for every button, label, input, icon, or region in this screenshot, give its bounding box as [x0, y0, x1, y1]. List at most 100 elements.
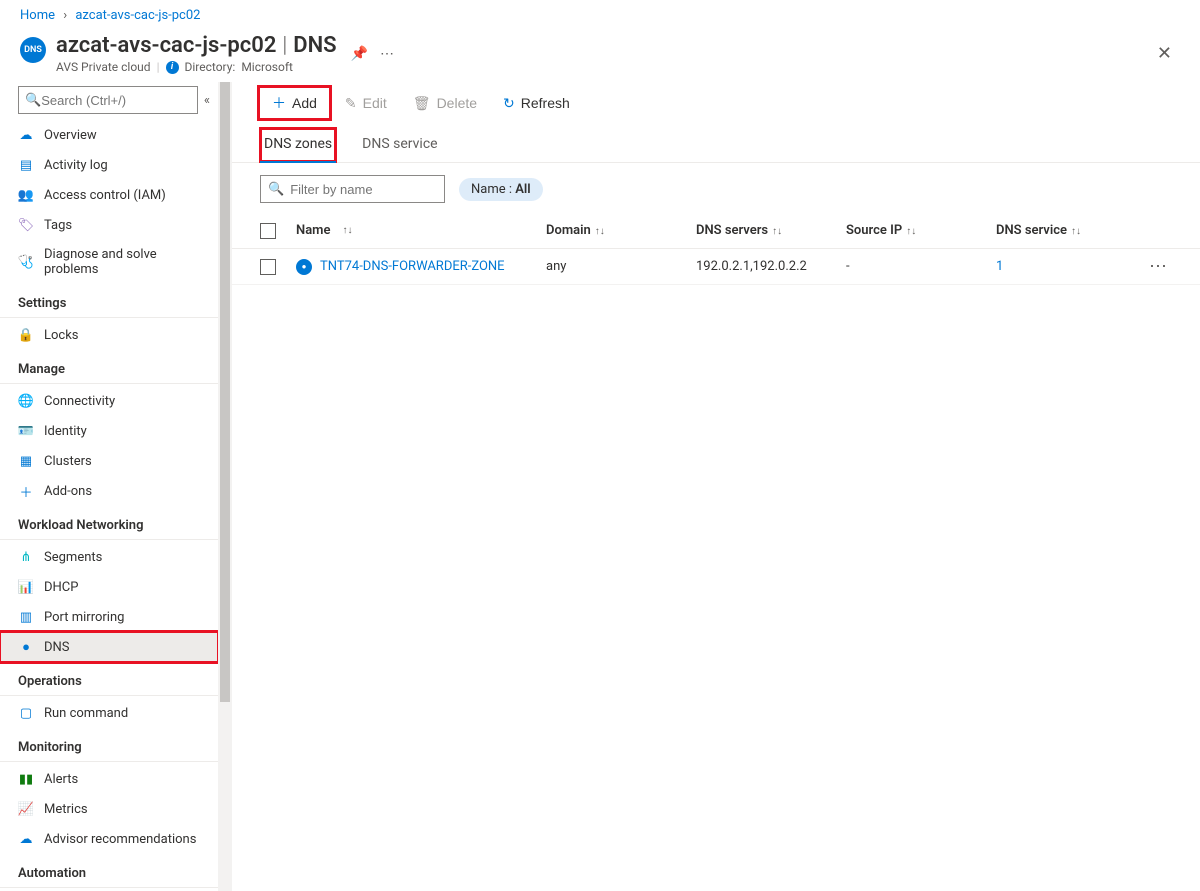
column-header-dns-servers[interactable]: DNS servers ↑↓ [696, 223, 846, 238]
sidebar-item-label: Activity log [44, 158, 108, 173]
scrollbar-thumb[interactable] [220, 82, 230, 702]
sidebar-item-overview[interactable]: ☁ Overview [0, 120, 218, 150]
sidebar-item-label: Access control (IAM) [44, 188, 166, 203]
sidebar-item-tags[interactable]: 🏷 Tags [0, 210, 218, 240]
table-header-row: Name↑↓ Domain↑↓ DNS servers ↑↓ Source IP ↑… [232, 213, 1200, 249]
sort-icon: ↑↓ [906, 226, 916, 237]
sort-icon: ↑↓ [772, 226, 782, 237]
sidebar-item-label: Identity [44, 424, 87, 439]
row-dns-service-link[interactable]: 1 [996, 259, 1003, 274]
people-icon: 👥 [18, 187, 34, 203]
sidebar-scrollbar[interactable] [218, 82, 232, 891]
sidebar-item-label: Locks [44, 328, 79, 343]
header-label: DNS servers [696, 223, 768, 238]
sort-icon: ↑↓ [342, 225, 352, 236]
directory-label: Directory: [185, 60, 236, 74]
pin-icon[interactable]: 📌 [351, 46, 368, 62]
sidebar-item-segments[interactable]: ⋔ Segments [0, 542, 218, 572]
sort-icon: ↑↓ [595, 226, 605, 237]
sidebar-item-dhcp[interactable]: 📊 DHCP [0, 572, 218, 602]
refresh-button[interactable]: ↻ Refresh [493, 90, 580, 117]
row-source-ip: - [846, 259, 996, 274]
sidebar-item-label: Diagnose and solve problems [44, 247, 200, 277]
row-name-link[interactable]: TNT74-DNS-FORWARDER-ZONE [320, 259, 505, 274]
sidebar-item-diagnose[interactable]: 🩺 Diagnose and solve problems [0, 240, 218, 284]
alerts-icon: ▮▮ [18, 771, 34, 787]
plus-icon: ＋ [18, 483, 34, 499]
button-label: Add [292, 95, 317, 111]
sidebar-item-run-command[interactable]: ▢ Run command [0, 698, 218, 728]
sidebar-item-dns[interactable]: ● DNS [0, 632, 218, 662]
sidebar-item-label: Metrics [44, 802, 88, 817]
connectivity-icon: 🌐 [18, 393, 34, 409]
advisor-icon: ☁ [18, 831, 34, 847]
row-domain: any [546, 259, 696, 274]
pencil-icon: ✎ [345, 95, 357, 112]
diagnose-icon: 🩺 [18, 254, 34, 270]
search-icon: 🔍 [25, 93, 41, 108]
row-dns-servers: 192.0.2.1,192.0.2.2 [696, 259, 846, 274]
column-header-domain[interactable]: Domain↑↓ [546, 223, 696, 238]
section-manage: Manage [0, 350, 218, 384]
button-label: Delete [437, 95, 477, 111]
tab-dns-zones[interactable]: DNS zones [260, 128, 336, 162]
dns-icon: ● [18, 639, 34, 655]
row-more-icon[interactable]: ⋯ [1116, 256, 1172, 277]
select-all-checkbox[interactable] [260, 223, 276, 239]
row-checkbox[interactable] [260, 259, 276, 275]
page-title: azcat-avs-cac-js-pc02|DNS [56, 33, 337, 58]
tag-icon: 🏷 [18, 217, 34, 233]
close-icon[interactable]: ✕ [1149, 39, 1180, 68]
trash-icon: 🗑 [413, 95, 431, 112]
sidebar-item-alerts[interactable]: ▮▮ Alerts [0, 764, 218, 794]
sidebar-item-label: Tags [44, 218, 72, 233]
resource-type: AVS Private cloud [56, 60, 151, 74]
search-input[interactable] [41, 93, 191, 108]
page-header: DNS azcat-avs-cac-js-pc02|DNS AVS Privat… [0, 27, 1200, 82]
sidebar-item-advisor[interactable]: ☁ Advisor recommendations [0, 824, 218, 854]
sidebar-item-access-control[interactable]: 👥 Access control (IAM) [0, 180, 218, 210]
filter-pill-name[interactable]: Name : All [459, 178, 543, 201]
add-button[interactable]: ＋ Add [260, 88, 329, 118]
delete-button[interactable]: 🗑 Delete [403, 90, 487, 117]
segments-icon: ⋔ [18, 549, 34, 565]
sidebar-item-clusters[interactable]: ▦ Clusters [0, 446, 218, 476]
edit-button[interactable]: ✎ Edit [335, 90, 397, 117]
breadcrumb-home[interactable]: Home [20, 8, 55, 23]
dns-zones-table: Name↑↓ Domain↑↓ DNS servers ↑↓ Source IP ↑… [232, 213, 1200, 285]
column-header-dns-service[interactable]: DNS service↑↓ [996, 223, 1116, 238]
sidebar-item-addons[interactable]: ＋ Add-ons [0, 476, 218, 506]
header-label: Source IP [846, 223, 902, 238]
sidebar-item-port-mirroring[interactable]: ▥ Port mirroring [0, 602, 218, 632]
clusters-icon: ▦ [18, 453, 34, 469]
sidebar-item-activity-log[interactable]: ▤ Activity log [0, 150, 218, 180]
refresh-icon: ↻ [503, 95, 515, 112]
sidebar-item-label: Overview [44, 128, 97, 143]
plus-icon: ＋ [272, 93, 286, 113]
sidebar-search[interactable]: 🔍 [18, 86, 198, 114]
tab-dns-service[interactable]: DNS service [360, 128, 439, 162]
breadcrumb: Home › azcat-avs-cac-js-pc02 [0, 0, 1200, 27]
pill-value: All [515, 182, 530, 197]
sidebar-item-label: Add-ons [44, 484, 92, 499]
breadcrumb-resource[interactable]: azcat-avs-cac-js-pc02 [75, 8, 200, 23]
sidebar-item-connectivity[interactable]: 🌐 Connectivity [0, 386, 218, 416]
filter-text-input[interactable] [290, 182, 437, 197]
column-header-source-ip[interactable]: Source IP ↑↓ [846, 223, 996, 238]
mirror-icon: ▥ [18, 609, 34, 625]
terminal-icon: ▢ [18, 705, 34, 721]
section-workload-networking: Workload Networking [0, 506, 218, 540]
sidebar-item-label: Clusters [44, 454, 92, 469]
sidebar-item-locks[interactable]: 🔒 Locks [0, 320, 218, 350]
more-icon[interactable]: ⋯ [380, 46, 394, 62]
info-icon[interactable]: i [166, 61, 179, 74]
table-row[interactable]: ● TNT74-DNS-FORWARDER-ZONE any 192.0.2.1… [232, 249, 1200, 285]
column-header-name[interactable]: Name↑↓ [296, 223, 546, 238]
toolbar: ＋ Add ✎ Edit 🗑 Delete ↻ Refresh [232, 82, 1200, 128]
sidebar-item-identity[interactable]: 🪪 Identity [0, 416, 218, 446]
filter-input[interactable]: 🔍 [260, 175, 445, 203]
tab-bar: DNS zones DNS service [232, 128, 1200, 163]
sidebar-item-metrics[interactable]: 📈 Metrics [0, 794, 218, 824]
sidebar: 🔍 « ☁ Overview ▤ Activity log 👥 Access c… [0, 82, 232, 891]
collapse-sidebar-icon[interactable]: « [204, 93, 210, 108]
